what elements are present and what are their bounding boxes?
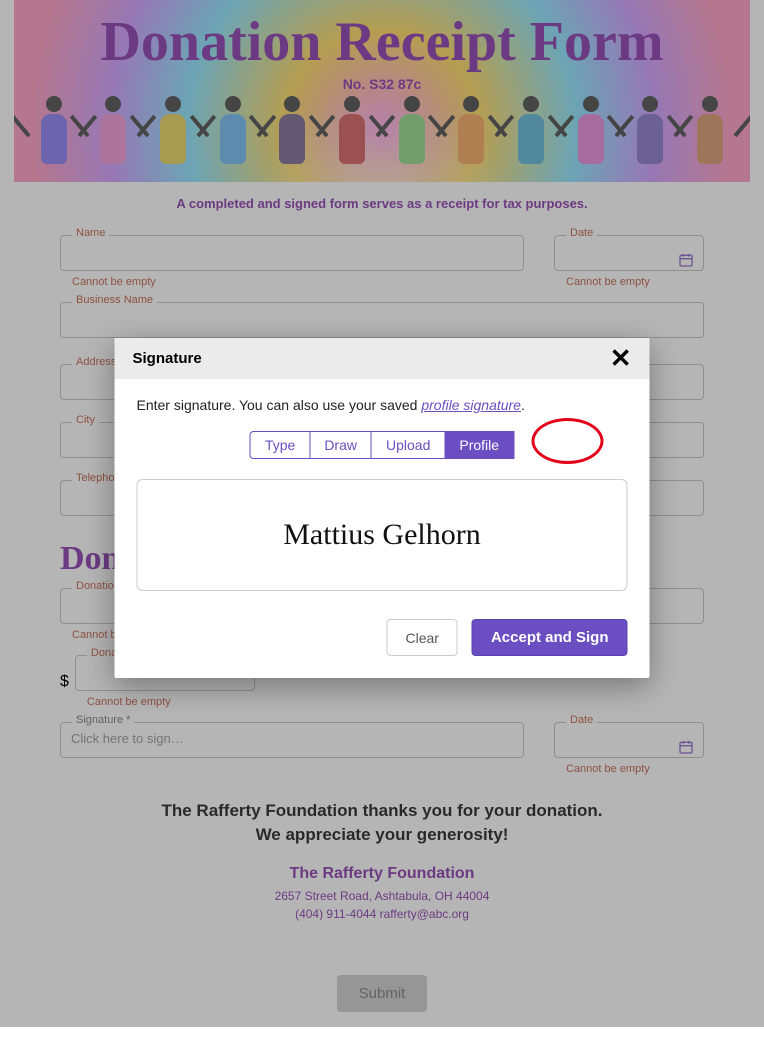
modal-header: Signature ✕ bbox=[115, 338, 650, 379]
signature-modal: Signature ✕ Enter signature. You can als… bbox=[115, 338, 650, 678]
clear-button[interactable]: Clear bbox=[387, 619, 458, 656]
modal-desc-prefix: Enter signature. You can also use your s… bbox=[137, 397, 422, 413]
currency-symbol: $ bbox=[60, 673, 69, 691]
profile-signature-link[interactable]: profile signature bbox=[421, 397, 521, 413]
tab-type[interactable]: Type bbox=[250, 431, 310, 459]
highlight-circle bbox=[532, 418, 604, 464]
modal-description: Enter signature. You can also use your s… bbox=[137, 397, 628, 413]
signature-preview[interactable]: Mattius Gelhorn bbox=[137, 479, 628, 591]
tab-upload[interactable]: Upload bbox=[372, 431, 445, 459]
accept-sign-button[interactable]: Accept and Sign bbox=[472, 619, 628, 656]
tab-profile[interactable]: Profile bbox=[445, 431, 514, 459]
signature-tabs: Type Draw Upload Profile bbox=[137, 431, 628, 459]
modal-title: Signature bbox=[133, 350, 202, 367]
modal-desc-suffix: . bbox=[521, 397, 525, 413]
tab-draw[interactable]: Draw bbox=[310, 431, 372, 459]
close-icon[interactable]: ✕ bbox=[610, 351, 632, 367]
